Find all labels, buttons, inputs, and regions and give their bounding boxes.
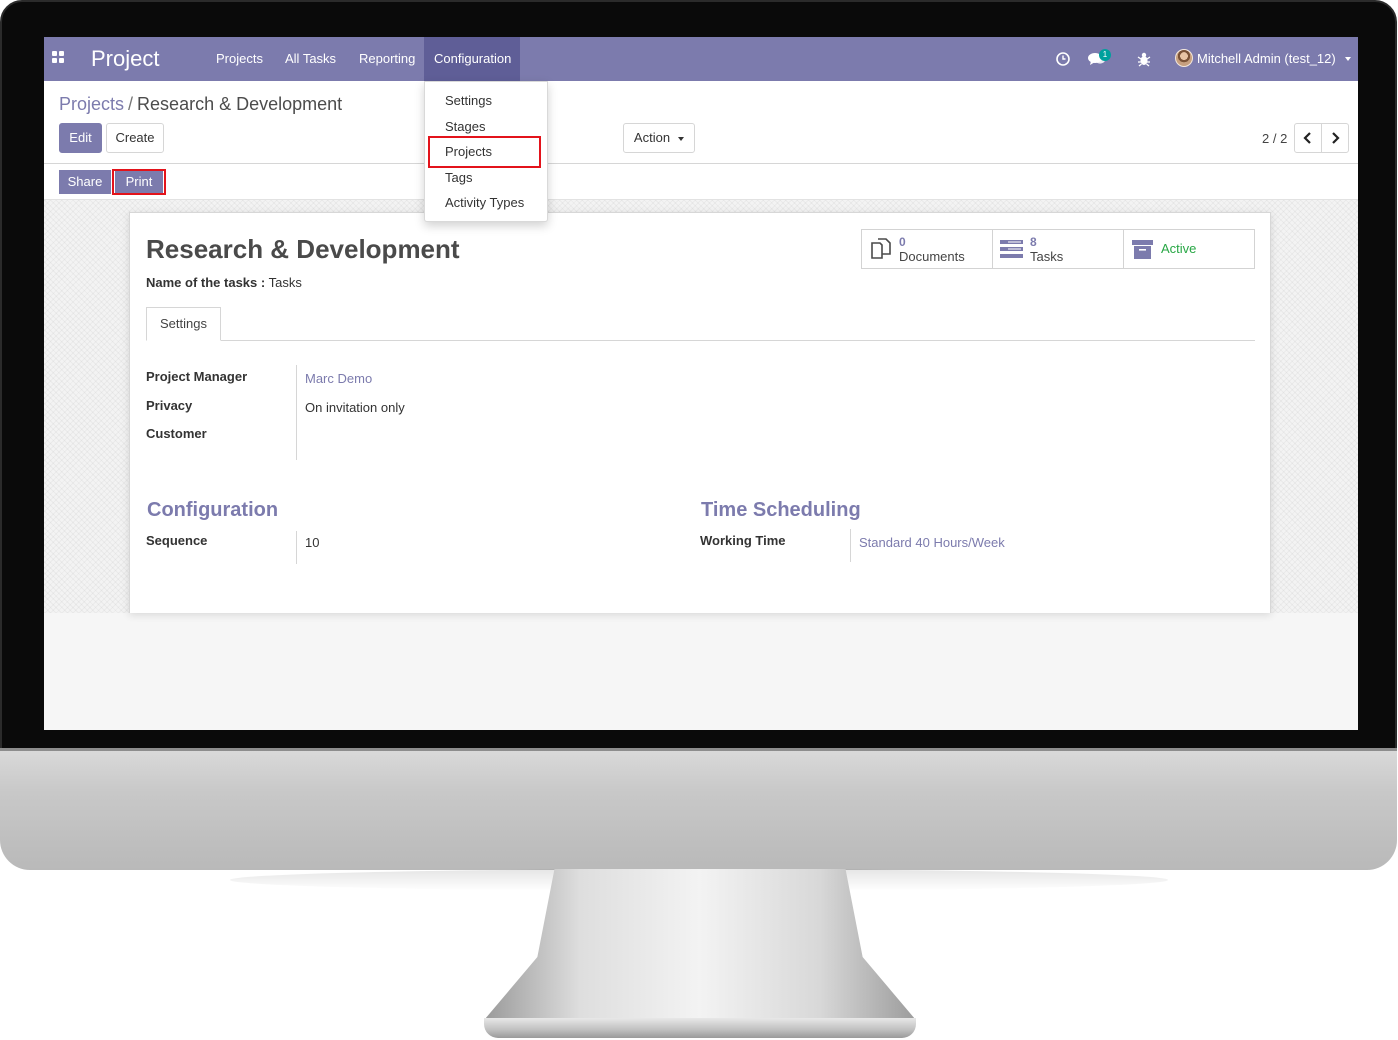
menu-configuration[interactable]: Configuration [424, 37, 520, 81]
tasks-label: Tasks [1030, 249, 1064, 264]
archive-box-icon [1132, 240, 1153, 259]
menu-projects[interactable]: Projects [206, 37, 273, 81]
pager-next-button[interactable] [1321, 123, 1349, 153]
tasks-name-label: Name of the tasks : [146, 275, 266, 290]
action-dropdown[interactable]: Action [623, 123, 695, 153]
monitor-chin [0, 748, 1397, 870]
documents-icon [871, 238, 891, 259]
app-brand[interactable]: Project [91, 46, 159, 72]
breadcrumb: Projects / Research & Development [59, 94, 342, 115]
projects-menu-highlight-box [428, 136, 541, 168]
pager-previous-button[interactable] [1294, 123, 1322, 153]
tabs-underline [146, 340, 1255, 341]
tasks-count: 8 [1030, 235, 1037, 249]
breadcrumb-current: Research & Development [137, 94, 343, 114]
config-menu-tags[interactable]: Tags [425, 166, 547, 190]
user-caret-icon[interactable] [1345, 57, 1351, 61]
screen: Project Projects All Tasks Reporting Con… [44, 37, 1358, 730]
below-form-area [44, 613, 1358, 730]
caret-down-icon [678, 136, 685, 141]
config-menu-activity-types[interactable]: Activity Types [425, 191, 547, 215]
project-manager-value[interactable]: Marc Demo [305, 371, 372, 386]
project-manager-label: Project Manager [146, 369, 248, 384]
user-avatar[interactable] [1175, 49, 1193, 67]
debug-bug-icon[interactable] [1135, 50, 1153, 68]
print-highlight-box [112, 169, 166, 195]
working-time-label: Working Time [700, 533, 786, 548]
tasks-name-value: Tasks [268, 275, 302, 290]
monitor-base [484, 1018, 916, 1038]
messages-badge: 1 [1099, 49, 1111, 61]
action-label: Action [633, 130, 671, 145]
activity-clock-icon[interactable] [1054, 50, 1072, 68]
documents-count: 0 [899, 235, 906, 249]
chevron-left-icon [1303, 132, 1311, 144]
privacy-value: On invitation only [305, 400, 405, 415]
user-menu[interactable]: Mitchell Admin (test_12) [1197, 37, 1336, 81]
menu-reporting[interactable]: Reporting [349, 37, 425, 81]
sequence-label: Sequence [146, 533, 208, 548]
configuration-group-title: Configuration [147, 499, 279, 521]
menu-all-tasks[interactable]: All Tasks [275, 37, 346, 81]
form-sheet: Research & Development Name of the tasks… [129, 212, 1271, 613]
working-time-value[interactable]: Standard 40 Hours/Week [859, 535, 1005, 550]
create-button[interactable]: Create [106, 123, 164, 153]
documents-label: Documents [899, 249, 965, 264]
active-toggle-button[interactable]: Active [1123, 229, 1255, 269]
privacy-label: Privacy [146, 398, 193, 413]
apps-grid-icon[interactable] [52, 51, 66, 65]
field-separator [850, 529, 851, 562]
field-separator [296, 531, 297, 564]
config-menu-settings[interactable]: Settings [425, 89, 547, 113]
pager-value[interactable]: 2 / 2 [1262, 131, 1287, 146]
active-label: Active [1161, 241, 1197, 256]
chevron-right-icon [1332, 132, 1340, 144]
control-panel-divider [44, 163, 1358, 164]
breadcrumb-projects-link[interactable]: Projects [59, 94, 124, 114]
sequence-value: 10 [305, 535, 320, 550]
share-button[interactable]: Share [59, 170, 111, 194]
tasks-name-field: Name of the tasks : Tasks [146, 275, 302, 290]
field-separator [296, 365, 297, 460]
top-navbar: Project Projects All Tasks Reporting Con… [44, 37, 1358, 81]
time-scheduling-group-title: Time Scheduling [701, 499, 861, 521]
tasks-list-icon [1000, 240, 1023, 258]
record-title: Research & Development [146, 234, 460, 264]
monitor-stand [486, 869, 914, 1029]
documents-smart-button[interactable]: 0 Documents [861, 229, 993, 269]
edit-button[interactable]: Edit [59, 123, 102, 153]
customer-label: Customer [146, 426, 207, 441]
breadcrumb-separator: / [128, 94, 134, 114]
tasks-smart-button[interactable]: 8 Tasks [992, 229, 1124, 269]
tab-settings[interactable]: Settings [146, 307, 221, 341]
